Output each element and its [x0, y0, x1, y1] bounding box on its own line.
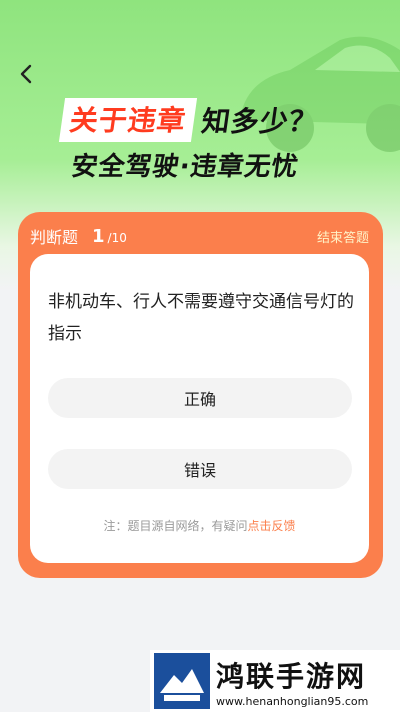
- headline-rest: 知多少？: [199, 105, 321, 138]
- chevron-left-icon: [20, 64, 32, 84]
- back-button[interactable]: [14, 62, 38, 86]
- note-text: 注：题目源自网络，有疑问: [103, 519, 248, 533]
- watermark-text: 鸿联手游网 www.henanhonglian95.com: [216, 655, 368, 708]
- headline-highlight: 关于违章: [58, 98, 198, 142]
- question-type: 判断题: [30, 228, 79, 247]
- question-panel: 非机动车、行人不需要遵守交通信号灯的指示 正确 错误 注：题目源自网络，有疑问点…: [30, 254, 369, 563]
- quiz-card: 判断题 1 /10 结束答题 非机动车、行人不需要遵守交通信号灯的指示 正确 错…: [18, 212, 383, 578]
- watermark: 鸿联手游网 www.henanhonglian95.com: [150, 650, 400, 712]
- watermark-title: 鸿联手游网: [216, 659, 367, 693]
- quiz-header: 判断题 1 /10 结束答题: [30, 222, 369, 250]
- watermark-logo-icon: [154, 653, 210, 709]
- question-total: /10: [107, 231, 127, 245]
- feedback-link[interactable]: 点击反馈: [248, 519, 296, 533]
- question-text: 非机动车、行人不需要遵守交通信号灯的指示: [48, 292, 354, 344]
- subheadline: 安全驾驶·违章无忧: [69, 152, 301, 182]
- option-true-button[interactable]: 正确: [48, 378, 352, 418]
- watermark-url: www.henanhonglian95.com: [216, 694, 369, 708]
- source-note: 注：题目源自网络，有疑问点击反馈: [30, 517, 369, 534]
- end-quiz-button[interactable]: 结束答题: [317, 227, 369, 246]
- option-false-button[interactable]: 错误: [48, 449, 352, 489]
- headline: 关于违章 知多少？: [58, 98, 321, 142]
- question-number: 1: [92, 225, 105, 247]
